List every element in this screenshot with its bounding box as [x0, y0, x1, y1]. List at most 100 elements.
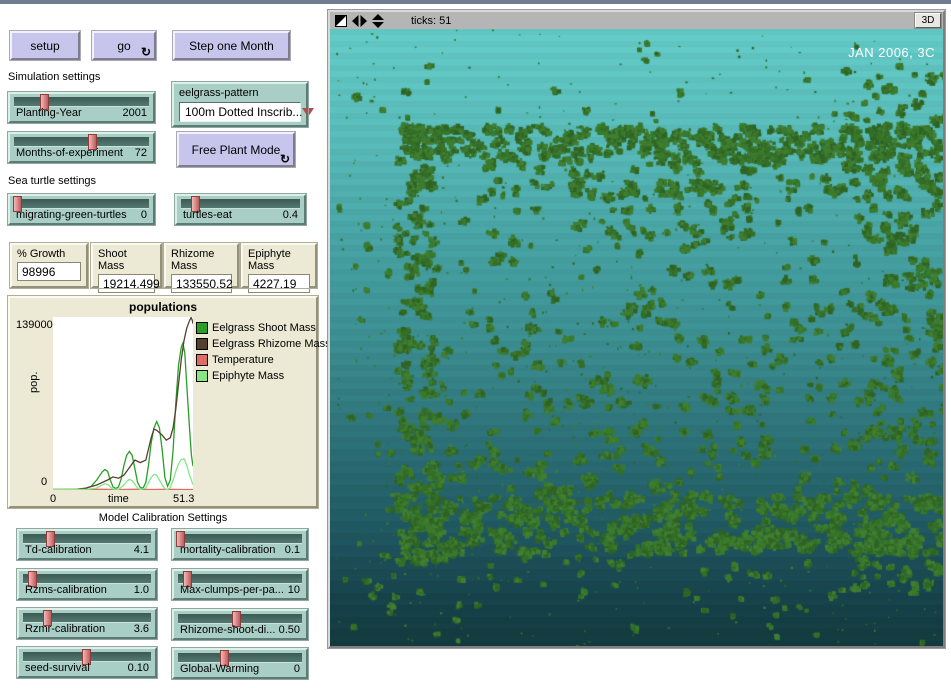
- setup-button[interactable]: setup: [10, 31, 80, 60]
- slider-track[interactable]: [178, 614, 302, 624]
- slider-track[interactable]: [23, 613, 151, 623]
- slider-value: 72: [135, 147, 147, 159]
- world-date-overlay: JAN 2006, 3C: [848, 45, 935, 60]
- slider-track[interactable]: [23, 534, 151, 544]
- eelgrass-pattern-chooser[interactable]: eelgrass-pattern 100m Dotted Inscrib...: [172, 82, 308, 127]
- monitor-value: 98996: [17, 262, 81, 281]
- slider-value: 0.50: [279, 624, 300, 636]
- slider-planting-year[interactable]: Planting-Year2001: [8, 92, 155, 123]
- slider-track[interactable]: [14, 199, 149, 209]
- slider-value: 2001: [123, 107, 147, 119]
- legend-label: Epiphyte Mass: [212, 370, 284, 382]
- ticks-counter: ticks: 51: [411, 15, 451, 27]
- slider-value: 1.0: [134, 584, 149, 596]
- slider-value: 3.6: [134, 623, 149, 635]
- legend-item: Eelgrass Shoot Mass: [196, 320, 331, 336]
- monitor-value: 4227.19: [248, 274, 310, 293]
- step-one-month-label: Step one Month: [189, 39, 274, 53]
- x-axis-max-label: 51.3: [173, 493, 194, 505]
- slider-label: seed-survival: [25, 662, 90, 674]
- y-axis-title: pop.: [28, 372, 40, 393]
- free-plant-mode-button[interactable]: Free Plant Mode ↻: [177, 132, 295, 167]
- x-axis-title: time: [108, 493, 129, 505]
- slider-rhizome-shoot-division[interactable]: Rhizome-shoot-di... 0.50: [172, 609, 308, 640]
- plot-lines: [53, 317, 193, 490]
- slider-label: Max-clumps-per-pa...: [180, 584, 284, 596]
- monitor-label: Rhizome Mass: [171, 248, 232, 272]
- step-one-month-button[interactable]: Step one Month: [173, 31, 290, 60]
- slider-value: 0.1: [285, 544, 300, 556]
- legend-swatch-rhizome: [196, 338, 208, 350]
- simulation-settings-label: Simulation settings: [8, 71, 100, 83]
- slider-value: 10: [288, 584, 300, 596]
- legend-swatch-epiphyte: [196, 370, 208, 382]
- plot-legend: Eelgrass Shoot Mass Eelgrass Rhizome Mas…: [196, 320, 331, 384]
- slider-track[interactable]: [178, 534, 302, 544]
- monitor-epiphyte-mass: Epiphyte Mass 4227.19: [241, 243, 317, 288]
- legend-swatch-temperature: [196, 354, 208, 366]
- setup-button-label: setup: [30, 39, 59, 53]
- sea-turtle-settings-label: Sea turtle settings: [8, 175, 96, 187]
- slider-label: Months-of-experiment: [16, 147, 123, 159]
- go-button-label: go: [117, 39, 130, 53]
- model-calibration-settings-label: Model Calibration Settings: [8, 512, 318, 524]
- y-axis-max-label: 139000: [16, 319, 53, 331]
- chooser-value-box[interactable]: 100m Dotted Inscrib...: [179, 102, 301, 122]
- slider-label: Global-Warming: [180, 663, 259, 675]
- slider-rzmr-calibration[interactable]: Rzmr-calibration3.6: [17, 608, 157, 639]
- monitor-value: 19214.499: [98, 274, 155, 293]
- legend-item: Epiphyte Mass: [196, 368, 331, 384]
- slider-max-clumps-per-patch[interactable]: Max-clumps-per-pa... 10: [172, 569, 308, 600]
- monitor-value: 133550.52: [171, 274, 232, 293]
- legend-label: Eelgrass Shoot Mass: [212, 322, 316, 334]
- legend-label: Eelgrass Rhizome Mass: [212, 338, 331, 350]
- slider-label: mortality-calibration: [180, 544, 275, 556]
- world-view-header: ticks: 51 3D: [330, 12, 943, 29]
- slider-track[interactable]: [14, 137, 149, 147]
- monitor-percent-growth: % Growth 98996: [10, 243, 88, 288]
- slider-track[interactable]: [23, 574, 151, 584]
- slider-track[interactable]: [14, 97, 149, 107]
- slider-label: turtles-eat: [183, 209, 232, 221]
- slider-turtles-eat[interactable]: turtles-eat 0.4: [175, 194, 306, 225]
- slider-value: 0: [141, 209, 147, 221]
- 3d-view-button[interactable]: 3D: [915, 13, 941, 28]
- slider-td-calibration[interactable]: Td-calibration 4.1: [17, 529, 157, 560]
- slider-migrating-green-turtles[interactable]: migrating-green-turtles 0: [8, 194, 155, 225]
- x-axis-min-label: 0: [50, 493, 56, 505]
- world-canvas[interactable]: [330, 29, 943, 646]
- slider-track[interactable]: [178, 574, 302, 584]
- forever-icon: ↻: [280, 154, 290, 164]
- slider-value: 0.4: [283, 209, 298, 221]
- window-top-strip: [0, 0, 951, 4]
- chooser-selected-value: 100m Dotted Inscrib...: [185, 105, 302, 119]
- slider-months-of-experiment[interactable]: Months-of-experiment 72: [8, 132, 155, 163]
- vertical-arrows-icon[interactable]: [372, 14, 384, 28]
- monitor-shoot-mass: Shoot Mass 19214.499: [91, 243, 162, 288]
- go-button[interactable]: go ↻: [92, 31, 156, 60]
- legend-item: Temperature: [196, 352, 331, 368]
- plot-canvas: [53, 317, 193, 490]
- horizontal-arrows-icon[interactable]: [352, 15, 367, 27]
- slider-track[interactable]: [181, 199, 300, 209]
- monitor-label: Epiphyte Mass: [248, 248, 310, 272]
- slider-label: Td-calibration: [25, 544, 92, 556]
- populations-plot: populations 139000 0 pop. 0 time 51.3 Ee…: [8, 296, 318, 508]
- slider-rzms-calibration[interactable]: Rzms-calibration1.0: [17, 569, 157, 600]
- slider-seed-survival[interactable]: seed-survival0.10: [17, 647, 157, 678]
- world-view: ticks: 51 3D JAN 2006, 3C: [328, 10, 945, 648]
- slider-label: Rhizome-shoot-di...: [180, 624, 275, 636]
- slider-track[interactable]: [23, 652, 151, 662]
- slider-label: migrating-green-turtles: [16, 209, 127, 221]
- monitor-rhizome-mass: Rhizome Mass 133550.52: [164, 243, 239, 288]
- legend-swatch-shoot: [196, 322, 208, 334]
- slider-global-warming[interactable]: Global-Warming 0: [172, 648, 308, 679]
- slider-value: 0: [294, 663, 300, 675]
- slider-track[interactable]: [178, 653, 302, 663]
- slider-value: 4.1: [134, 544, 149, 556]
- slider-mortality-calibration[interactable]: mortality-calibration 0.1: [172, 529, 308, 560]
- free-plant-mode-label: Free Plant Mode: [192, 143, 281, 157]
- y-axis-min-label: 0: [41, 476, 47, 488]
- chevron-down-icon: [302, 108, 314, 117]
- resize-view-icon[interactable]: [335, 15, 347, 27]
